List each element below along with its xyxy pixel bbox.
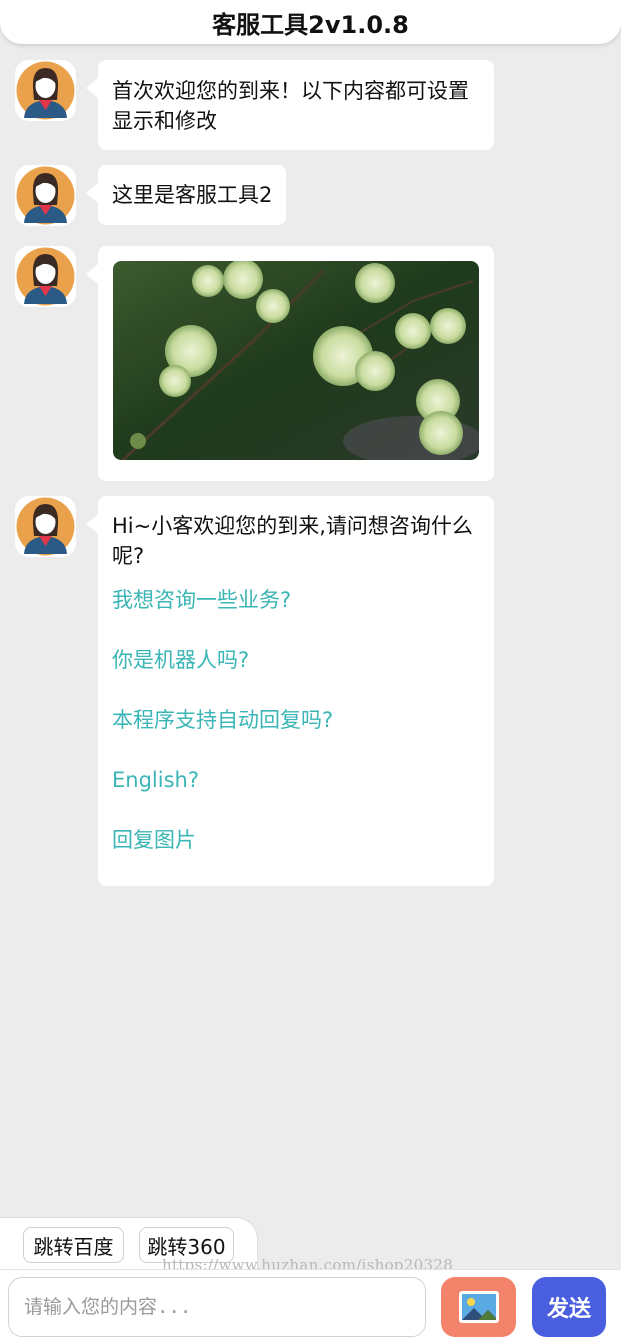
agent-avatar — [15, 60, 76, 121]
agent-avatar — [15, 496, 76, 557]
agent-avatar-icon — [16, 166, 75, 225]
agent-avatar-icon — [16, 247, 75, 306]
page-title: 客服工具2v1.0.8 — [212, 10, 409, 39]
quick-reply-baidu-button[interactable]: 跳转百度 — [23, 1227, 124, 1263]
image-message-bubble — [86, 246, 494, 481]
agent-avatar-icon — [16, 61, 75, 120]
message-text: Hi~小客欢迎您的到来,请问想咨询什么呢? — [112, 514, 473, 568]
send-button[interactable]: 发送 — [532, 1277, 606, 1337]
image-upload-icon — [458, 1291, 499, 1323]
flower-photo[interactable] — [113, 261, 479, 460]
agent-avatar — [15, 165, 76, 226]
message-text: 这里是客服工具2 — [112, 183, 273, 207]
message-bubble: 首次欢迎您的到来！以下内容都可设置显示和修改 — [86, 60, 494, 150]
suggestion-link[interactable]: English? — [112, 765, 480, 795]
agent-avatar — [15, 246, 76, 307]
message-bubble: Hi~小客欢迎您的到来,请问想咨询什么呢? 我想咨询一些业务? 你是机器人吗? … — [86, 496, 494, 886]
chat-header: 客服工具2v1.0.8 — [0, 0, 621, 44]
suggestion-link[interactable]: 回复图片 — [112, 825, 480, 855]
message-bubble: 这里是客服工具2 — [85, 165, 287, 225]
agent-avatar-icon — [16, 497, 75, 556]
image-upload-button[interactable] — [441, 1277, 516, 1337]
message-input[interactable] — [8, 1277, 426, 1337]
message-text: 首次欢迎您的到来！以下内容都可设置显示和修改 — [112, 79, 469, 133]
suggestion-list: 我想咨询一些业务? 你是机器人吗? 本程序支持自动回复吗? English? 回… — [112, 585, 480, 855]
suggestion-link[interactable]: 本程序支持自动回复吗? — [112, 705, 480, 735]
input-bar: 发送 — [0, 1269, 621, 1344]
suggestion-link[interactable]: 我想咨询一些业务? — [112, 585, 480, 615]
suggestion-link[interactable]: 你是机器人吗? — [112, 645, 480, 675]
